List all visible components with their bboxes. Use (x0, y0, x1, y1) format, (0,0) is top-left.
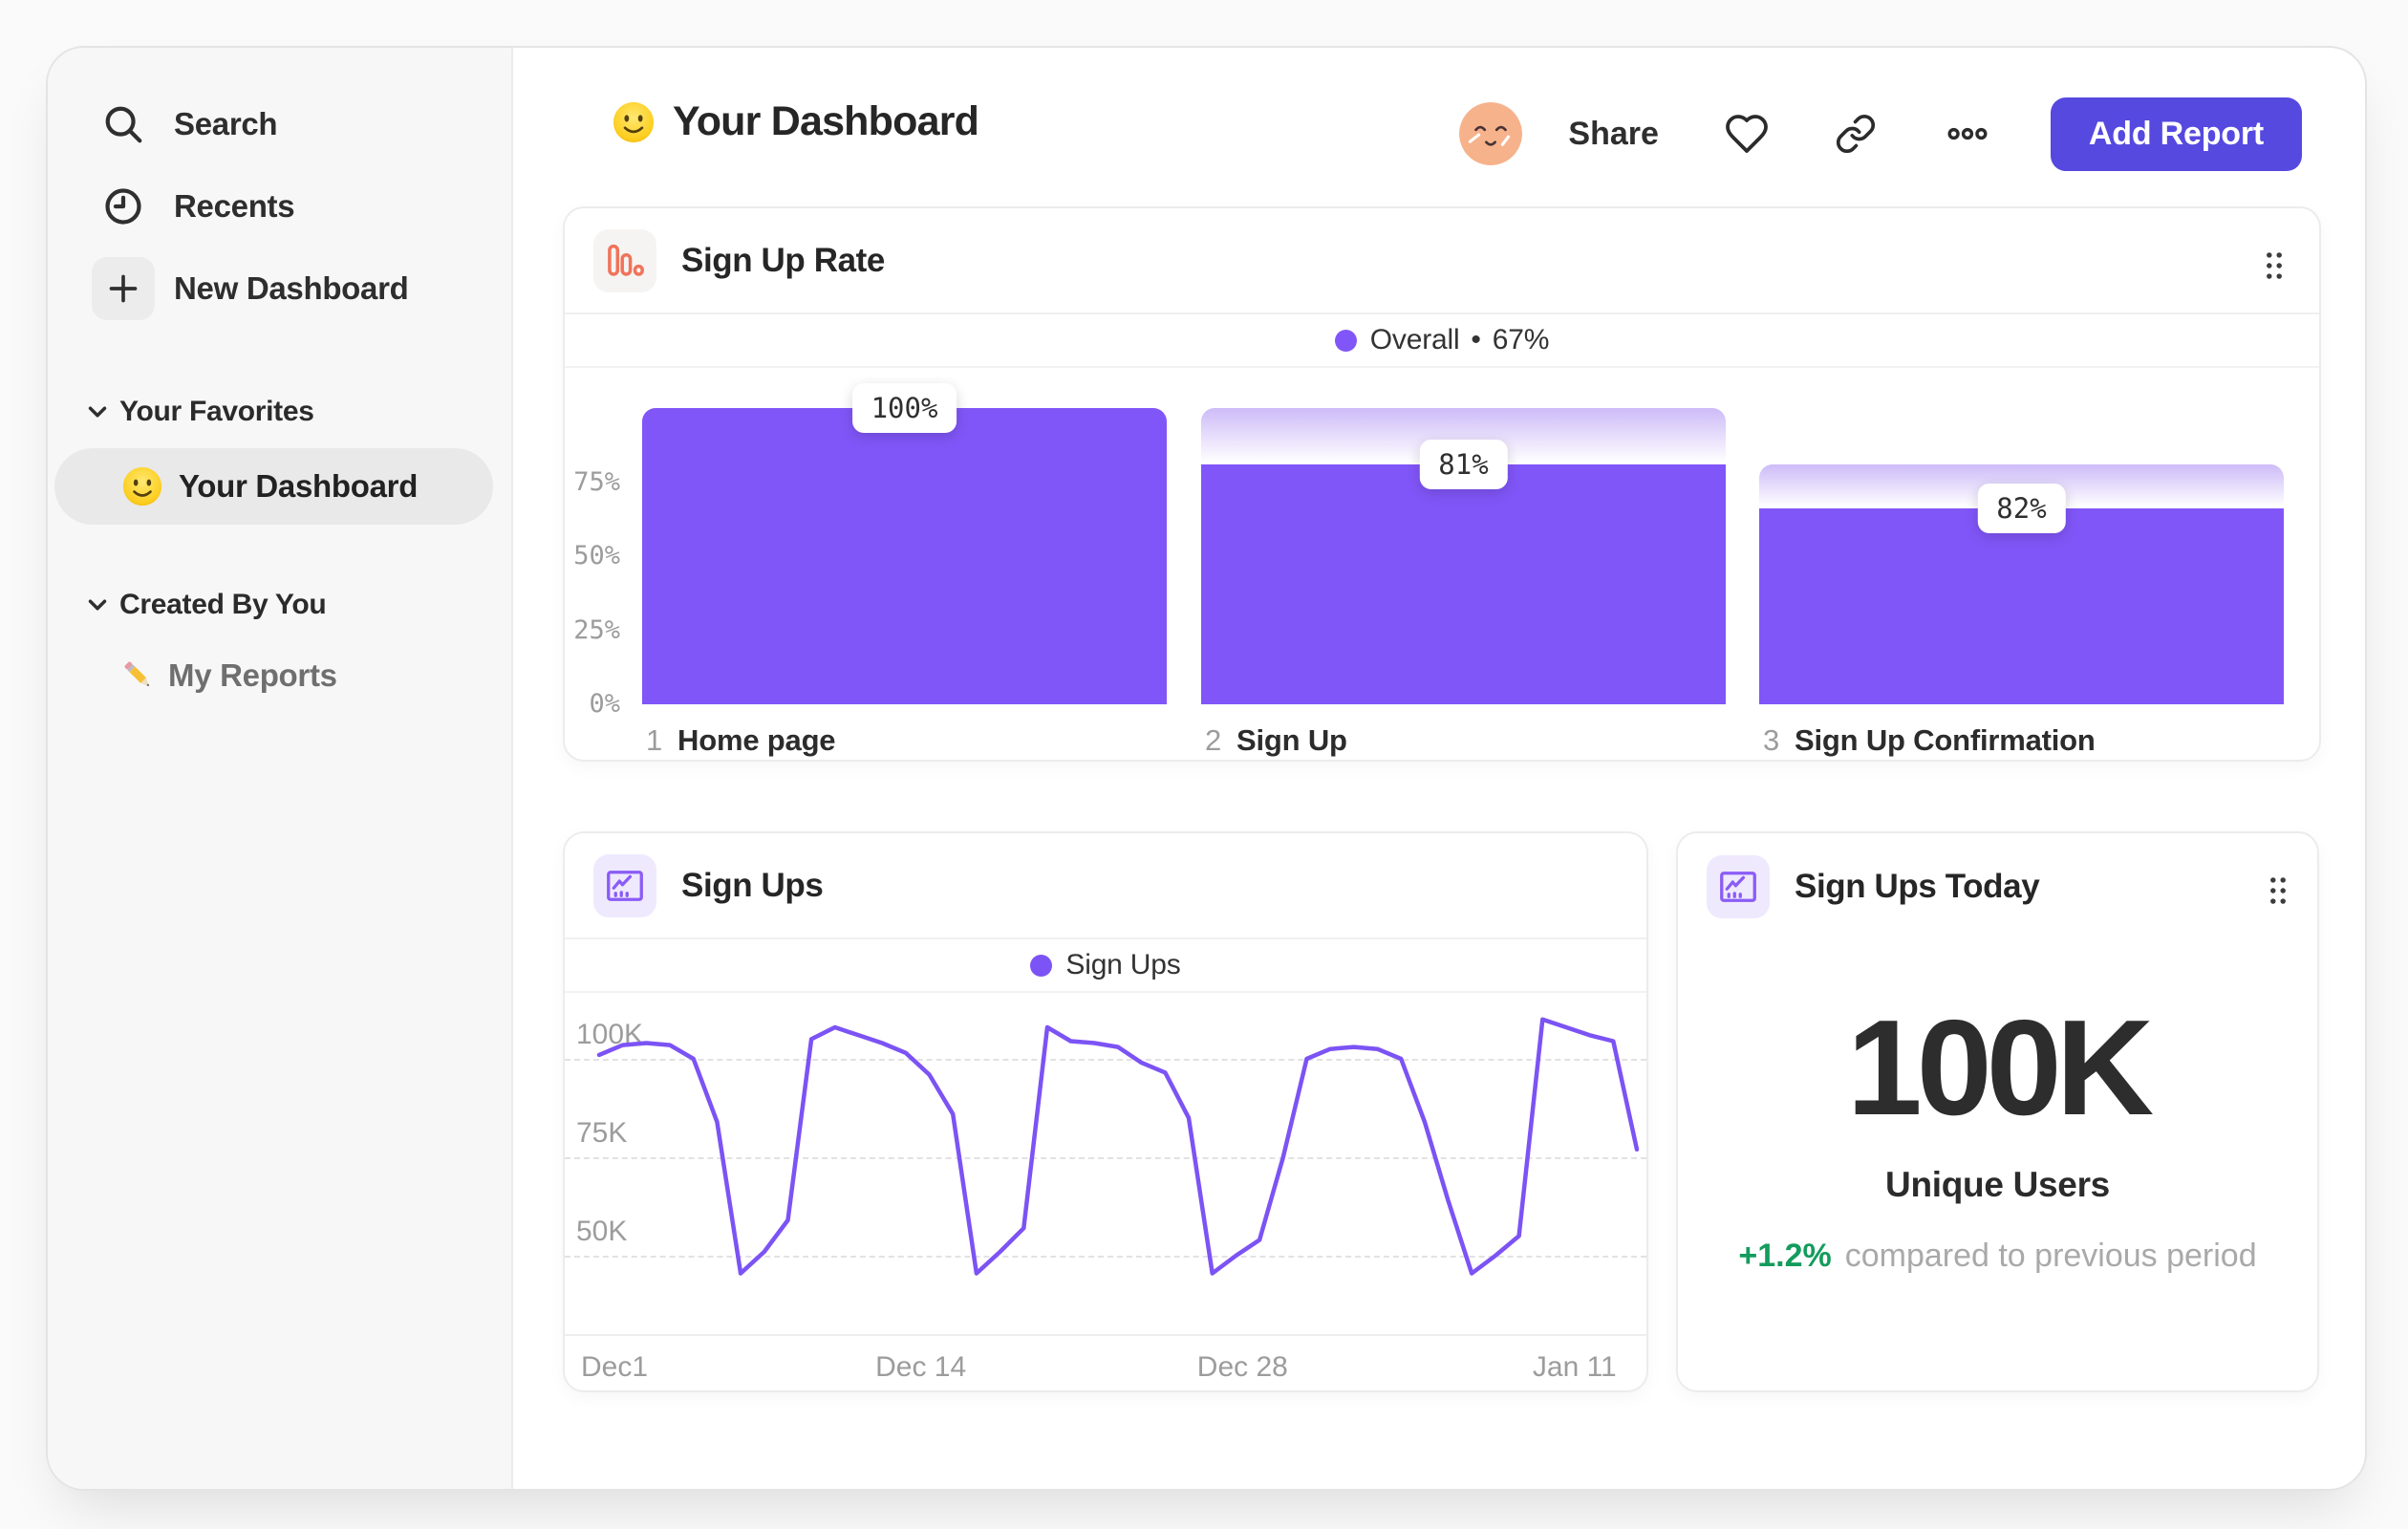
y-axis-tick: 100K (576, 1019, 644, 1050)
gridline (565, 1256, 1646, 1258)
funnel-bar-value-label: 100% (851, 383, 957, 433)
funnel-bar-value-label: 82% (1977, 484, 2066, 534)
funnel-bar[interactable] (1201, 463, 1726, 704)
chevron-down-icon (83, 398, 112, 426)
legend-dot (1030, 954, 1053, 977)
sidebar-item-label: Search (174, 106, 278, 141)
search-icon (92, 93, 155, 156)
add-report-button[interactable]: Add Report (2050, 97, 2302, 171)
signups-today-card: Sign Ups Today 100K Unique Users +1.2% c… (1676, 831, 2319, 1392)
stat-value: 100K (1846, 992, 2154, 1144)
x-axis-tick: Dec 14 (875, 1351, 967, 1383)
sidebar-nav: Search Recents New Dashboard (48, 83, 511, 330)
section-label: Created By You (119, 589, 327, 620)
funnel-y-tick: 50% (573, 541, 620, 571)
funnel-step-name: Home page (677, 723, 836, 757)
funnel-step-name: Sign Up Confirmation (1795, 723, 2096, 757)
sidebar-item-search[interactable]: Search (48, 83, 511, 165)
line-chart-icon (593, 853, 656, 917)
card-title: Sign Ups (681, 866, 824, 904)
sidebar-item-label: My Reports (168, 657, 337, 693)
chevron-down-icon (83, 591, 112, 619)
line-legend[interactable]: Sign Ups (565, 939, 1646, 993)
avatar[interactable] (1459, 102, 1523, 165)
sidebar: Search Recents New Dashboard Your Favori… (48, 48, 513, 1489)
sidebar-item-label: Your Dashboard (179, 468, 419, 504)
y-axis-tick: 75K (576, 1117, 628, 1149)
section-created-by-you[interactable]: Created By You (83, 589, 327, 621)
funnel-bar[interactable] (642, 408, 1167, 704)
sidebar-item-your-dashboard[interactable]: Your Dashboard (54, 448, 493, 525)
funnel-category-label: 3 Sign Up Confirmation (1763, 723, 2096, 758)
funnel-y-tick: 25% (573, 614, 620, 645)
smiley-emoji-icon (121, 465, 163, 507)
funnel-category-label: 2 Sign Up (1205, 723, 1347, 758)
gridline (565, 1059, 1646, 1061)
sidebar-item-label: New Dashboard (174, 270, 409, 306)
favorite-heart-icon[interactable] (1724, 111, 1770, 157)
gridline (565, 1157, 1646, 1159)
funnel-y-tick: 75% (573, 466, 620, 497)
stat-comparison: +1.2% compared to previous period (1738, 1238, 2256, 1275)
funnel-step-number: 3 (1763, 723, 1780, 757)
signups-line-card: Sign Ups Sign Ups 50K 75K 100K Dec1 Dec 14 De… (563, 831, 1648, 1392)
y-axis-tick: 50K (576, 1216, 628, 1247)
smiley-emoji-icon (612, 100, 656, 144)
clock-icon (92, 175, 155, 238)
section-your-favorites[interactable]: Your Favorites (83, 396, 314, 428)
app-window: Search Recents New Dashboard Your Favori… (46, 46, 2367, 1491)
signup-rate-card: Sign Up Rate Overall • 67% 0% 25% 50% 75% 10… (563, 206, 2321, 762)
funnel-bar-value-label: 81% (1419, 439, 1508, 489)
card-header: Sign Ups (565, 833, 1646, 939)
sidebar-item-recents[interactable]: Recents (48, 165, 511, 248)
share-button[interactable]: Share (1568, 116, 1659, 153)
stat-comparison-text: compared to previous period (1844, 1238, 2257, 1274)
funnel-step-number: 2 (1205, 723, 1222, 757)
sidebar-item-new-dashboard[interactable]: New Dashboard (48, 248, 511, 330)
legend-label: Sign Ups (1065, 949, 1181, 980)
pencil-emoji-icon (118, 656, 159, 696)
x-axis-tick: Jan 11 (1532, 1351, 1617, 1383)
page-title-group: Your Dashboard (612, 98, 979, 145)
section-label: Your Favorites (119, 396, 314, 427)
funnel-category-label: 1 Home page (646, 723, 836, 758)
funnel-step-name: Sign Up (1236, 723, 1347, 757)
page-title: Your Dashboard (673, 98, 979, 144)
copy-link-icon[interactable] (1835, 111, 1881, 157)
stat-body: 100K Unique Users +1.2% compared to prev… (1678, 833, 2317, 1390)
sidebar-item-my-reports[interactable]: My Reports (118, 656, 337, 696)
funnel-step-number: 1 (646, 723, 663, 757)
funnel-plot: 0% 25% 50% 75% 100% 1 Home page 81% 2 Sign Up 82% 3… (565, 208, 2319, 760)
more-options-icon[interactable] (1946, 111, 1991, 157)
header-actions: Share Add Report (1459, 96, 2302, 172)
funnel-bar[interactable] (1759, 508, 2284, 704)
x-axis-tick: Dec 28 (1196, 1351, 1288, 1383)
x-axis-tick: Dec1 (581, 1351, 649, 1383)
stat-delta: +1.2% (1738, 1238, 1832, 1274)
funnel-y-tick: 0% (589, 689, 620, 719)
plus-icon (92, 257, 155, 320)
stat-label: Unique Users (1885, 1165, 2110, 1204)
sidebar-item-label: Recents (174, 188, 295, 224)
x-axis-line (565, 1334, 1646, 1336)
